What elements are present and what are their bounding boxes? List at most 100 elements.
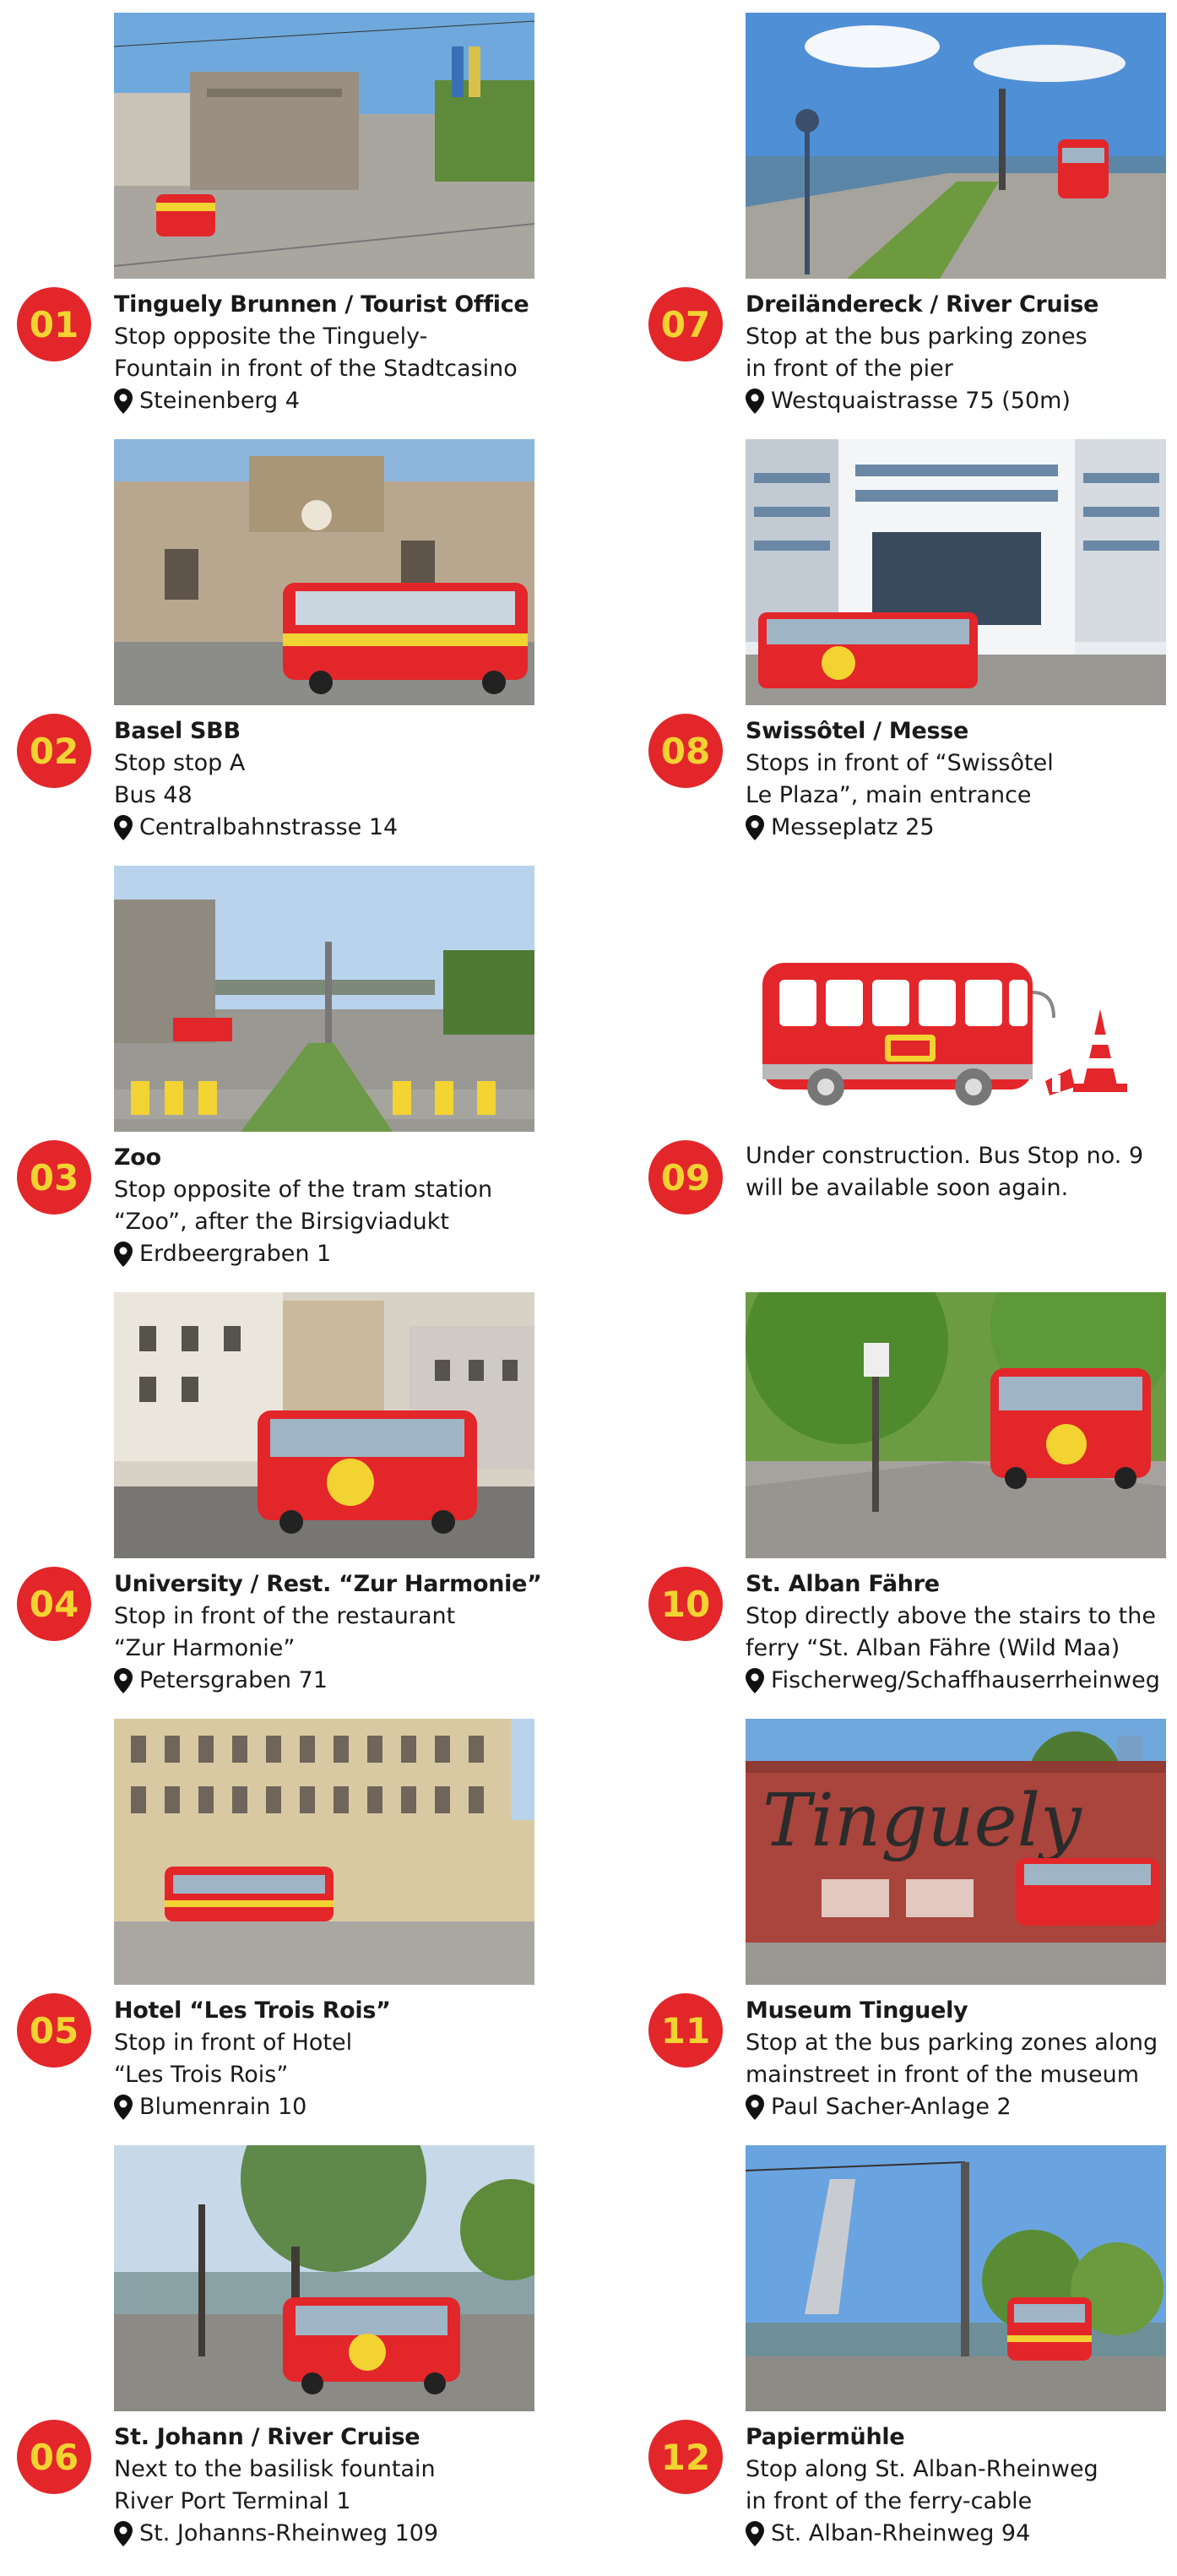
stop-photo: [114, 439, 534, 705]
stop-photo: [114, 13, 534, 279]
stop-address: Steinenberg 4: [114, 385, 570, 417]
stop-description: Stop opposite the Tinguely-: [114, 323, 428, 350]
location-pin-icon: [114, 2521, 133, 2546]
stop-photo: [746, 439, 1166, 705]
stop-info: Tinguely Brunnen / Tourist Office Stop o…: [114, 289, 570, 417]
stop-photo: [746, 2145, 1166, 2411]
stop-12: 12 Papiermühle Stop along St. Alban-Rhei…: [648, 2145, 1177, 2572]
stop-info: Dreiländereck / River Cruise Stop at the…: [746, 289, 1177, 417]
stop-06: 06 St. Johann / River Cruise Next to the…: [17, 2145, 557, 2572]
stop-02: 02 Basel SBB Stop stop A Bus 48 Centralb…: [17, 439, 557, 866]
stop-title: Museum Tinguely: [746, 1997, 968, 2024]
location-pin-icon: [746, 815, 764, 840]
stop-address-text: St. Johanns-Rheinweg 109: [139, 2520, 439, 2546]
stop-number-badge: 04: [17, 1567, 91, 1641]
stop-number-badge: 05: [17, 1993, 91, 2068]
stop-05: 05 Hotel “Les Trois Rois” Stop in front …: [17, 1719, 557, 2145]
stop-info: Basel SBB Stop stop A Bus 48 Centralbahn…: [114, 715, 570, 844]
stop-photo: [114, 2145, 534, 2411]
stop-photo: [114, 1292, 534, 1558]
stop-info: Swissôtel / Messe Stops in front of “Swi…: [746, 715, 1177, 844]
stop-photo: Tinguely: [746, 1719, 1166, 1985]
location-pin-icon: [114, 1242, 133, 1267]
stop-address-text: Blumenrain 10: [139, 2094, 307, 2120]
stop-description: Next to the basilisk fountain: [114, 2456, 436, 2482]
location-pin-icon: [746, 2521, 764, 2546]
stop-info: Zoo Stop opposite of the tram station “Z…: [114, 1142, 570, 1270]
stop-number-badge: 01: [17, 287, 91, 361]
stop-address: Blumenrain 10: [114, 2091, 570, 2123]
photo-sign-text: Tinguely: [762, 1779, 1082, 1863]
stop-description: Stops in front of “Swissôtel: [746, 750, 1054, 776]
stop-info: University / Rest. “Zur Harmonie” Stop i…: [114, 1568, 570, 1697]
stop-title: Papiermühle: [746, 2424, 905, 2450]
stop-description: River Port Terminal 1: [114, 2488, 351, 2514]
stop-title: Tinguely Brunnen / Tourist Office: [114, 291, 529, 318]
stop-address-text: Fischerweg/Schaffhauserrheinweg: [771, 1667, 1160, 1693]
bus-illustration: [746, 866, 1166, 1132]
stop-number-badge: 12: [648, 2420, 723, 2494]
stop-address-text: Paul Sacher-Anlage 2: [771, 2094, 1012, 2120]
stop-address-text: Steinenberg 4: [139, 388, 300, 414]
stop-number-badge: 09: [648, 1140, 723, 1215]
stop-info: Hotel “Les Trois Rois” Stop in front of …: [114, 1995, 570, 2123]
stop-description: Stop at the bus parking zones along: [746, 2030, 1158, 2056]
stop-description: in front of the pier: [746, 356, 953, 382]
stop-address: Westquaistrasse 75 (50m): [746, 385, 1177, 417]
stop-number-badge: 10: [648, 1567, 723, 1641]
stop-description: ferry “St. Alban Fähre (Wild Maa): [746, 1635, 1120, 1661]
stop-09: 09 Under construction. Bus Stop no. 9 wi…: [648, 866, 1177, 1292]
location-pin-icon: [746, 2095, 764, 2120]
stop-photo: [114, 1719, 534, 1985]
stop-title: Swissôtel / Messe: [746, 718, 969, 744]
stop-description: mainstreet in front of the museum: [746, 2062, 1140, 2088]
stop-title: St. Alban Fähre: [746, 1571, 940, 1597]
stop-address-text: Petersgraben 71: [139, 1667, 328, 1693]
stop-title: University / Rest. “Zur Harmonie”: [114, 1571, 542, 1597]
stop-photo: [746, 1292, 1166, 1558]
stop-description: Stop at the bus parking zones: [746, 323, 1088, 350]
stop-number-badge: 07: [648, 287, 723, 361]
stop-number-badge: 11: [648, 1993, 723, 2068]
stop-address: St. Johanns-Rheinweg 109: [114, 2518, 570, 2550]
stop-description: “Zur Harmonie”: [114, 1635, 296, 1661]
stop-address: St. Alban-Rheinweg 94: [746, 2518, 1177, 2550]
stop-address: Fischerweg/Schaffhauserrheinweg: [746, 1665, 1177, 1697]
stop-address-text: Westquaistrasse 75 (50m): [771, 388, 1071, 414]
stop-number-badge: 02: [17, 714, 91, 788]
stop-description: Stop stop A: [114, 750, 246, 776]
stop-address: Centralbahnstrasse 14: [114, 812, 570, 844]
stop-info: St. Alban Fähre Stop directly above the …: [746, 1568, 1177, 1697]
stop-11: Tinguely 11 Museum Tinguely Stop at the …: [648, 1719, 1177, 2145]
stop-description: will be available soon again.: [746, 1175, 1069, 1201]
stop-info: St. Johann / River Cruise Next to the ba…: [114, 2421, 570, 2550]
stop-address: Messeplatz 25: [746, 812, 1177, 844]
stop-address-text: St. Alban-Rheinweg 94: [771, 2520, 1031, 2546]
stop-03: 03 Zoo Stop opposite of the tram station…: [17, 866, 557, 1292]
stop-title: Hotel “Les Trois Rois”: [114, 1997, 391, 2024]
location-pin-icon: [114, 1668, 133, 1693]
stop-title: St. Johann / River Cruise: [114, 2424, 420, 2450]
stop-description: Bus 48: [114, 782, 193, 808]
stop-description: Stop in front of Hotel: [114, 2030, 353, 2056]
stop-10: 10 St. Alban Fähre Stop directly above t…: [648, 1292, 1177, 1719]
stop-address-text: Messeplatz 25: [771, 814, 935, 840]
location-pin-icon: [114, 2095, 133, 2120]
stop-number-badge: 08: [648, 714, 723, 788]
stop-address: Petersgraben 71: [114, 1665, 570, 1697]
stop-photo: [114, 866, 534, 1132]
stop-title: Basel SBB: [114, 718, 241, 744]
stop-info: Museum Tinguely Stop at the bus parking …: [746, 1995, 1177, 2123]
stop-number-badge: 03: [17, 1140, 91, 1215]
stop-description: Under construction. Bus Stop no. 9: [746, 1143, 1144, 1169]
stop-address: Erdbeergraben 1: [114, 1238, 570, 1270]
stop-address: Paul Sacher-Anlage 2: [746, 2091, 1177, 2123]
stop-description: Stop directly above the stairs to the: [746, 1603, 1156, 1629]
bus-icon: [762, 963, 1055, 1106]
stop-description: Stop in front of the restaurant: [114, 1603, 456, 1629]
stop-info: Under construction. Bus Stop no. 9 will …: [746, 1140, 1177, 1204]
stop-photo: [746, 13, 1166, 279]
stop-description: in front of the ferry-cable: [746, 2488, 1033, 2514]
stop-title: Dreiländereck / River Cruise: [746, 291, 1099, 318]
stop-description: “Les Trois Rois”: [114, 2062, 289, 2088]
